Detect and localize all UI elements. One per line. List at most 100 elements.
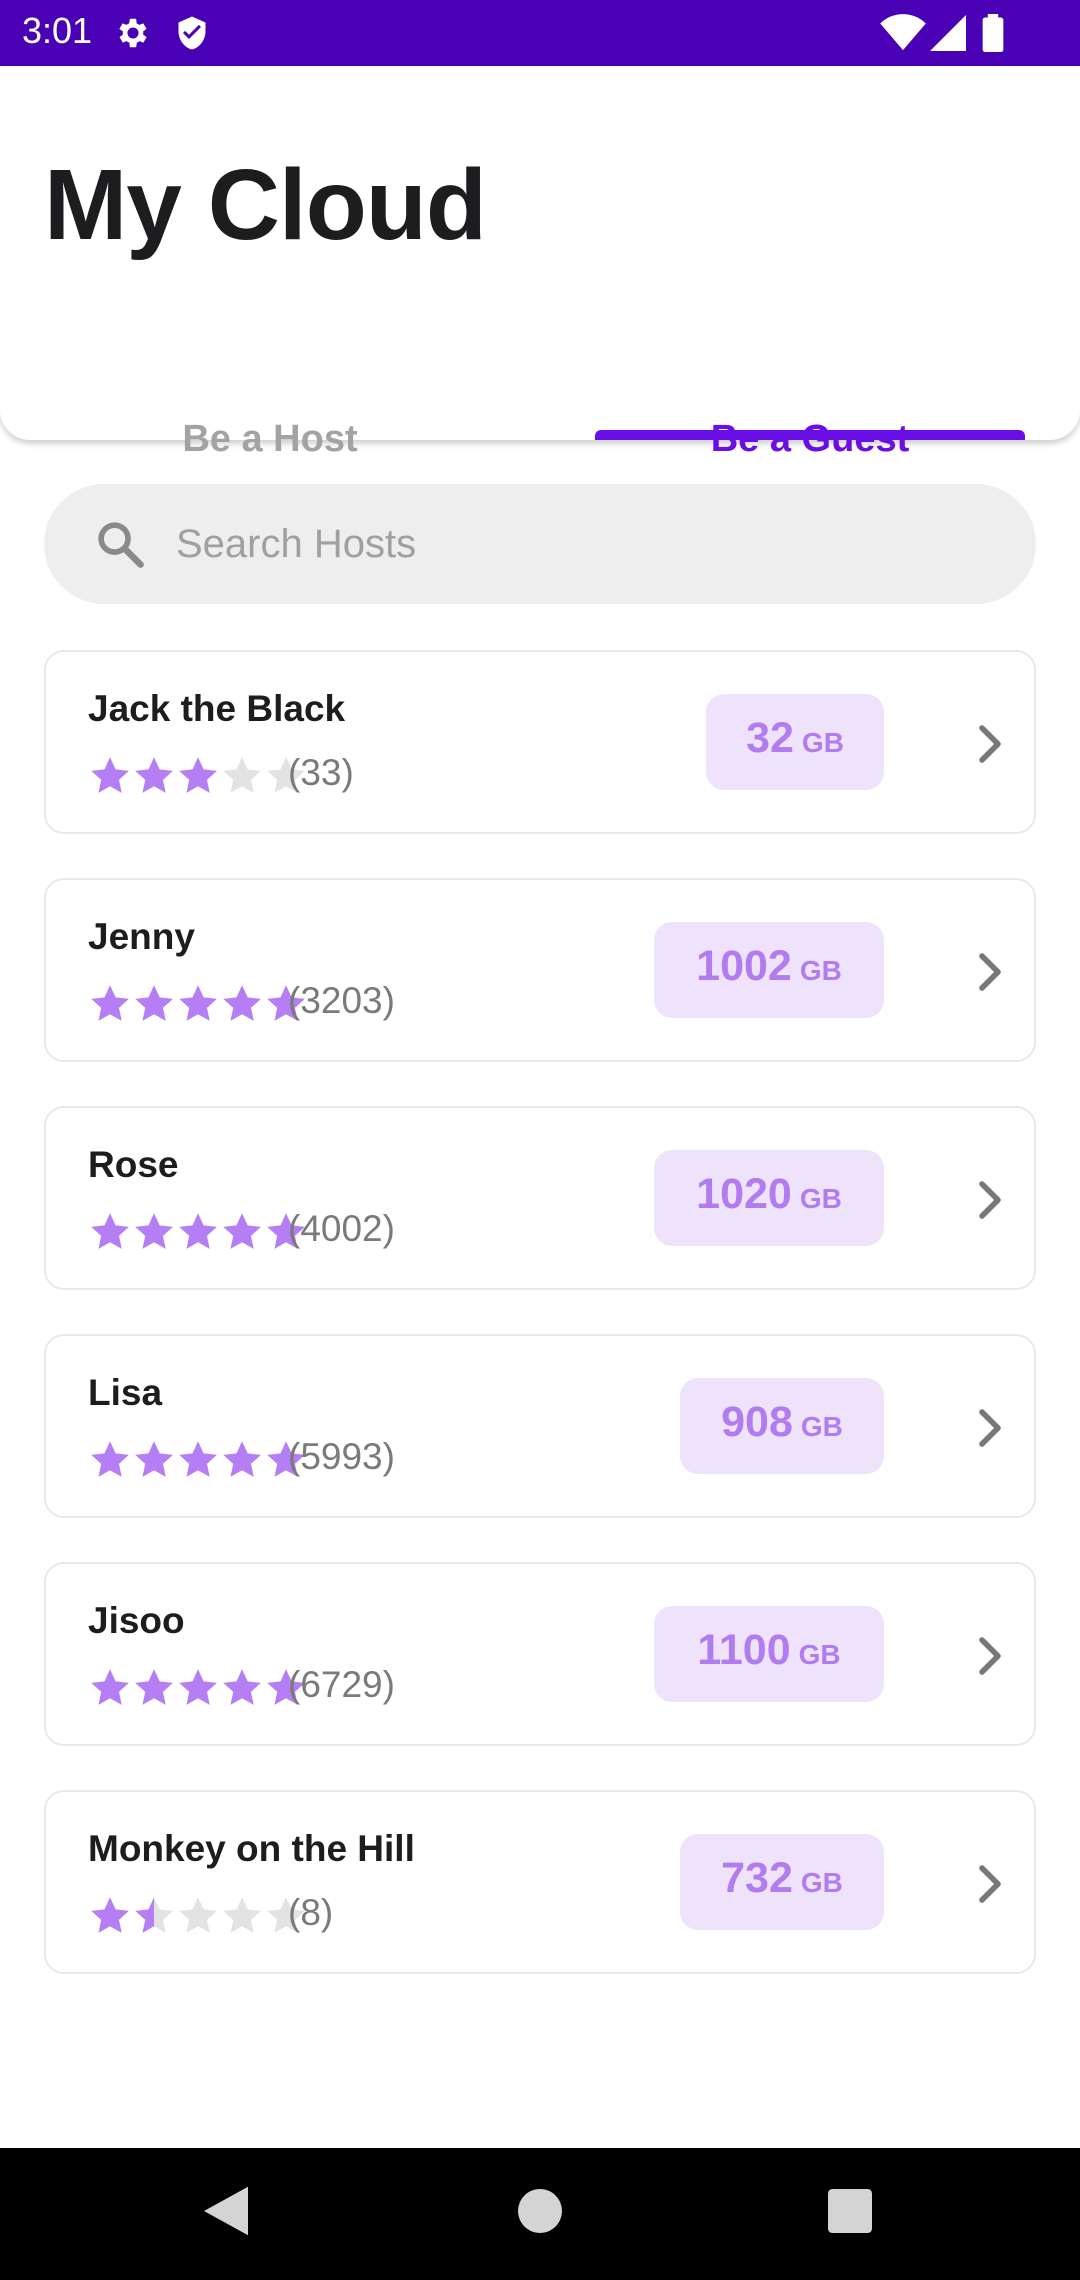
header: My Cloud Be a Host Be a Guest: [0, 66, 1080, 460]
review-count: (33): [288, 752, 354, 793]
back-icon[interactable]: [204, 2186, 248, 2236]
storage-badge: 1100 GB: [654, 1606, 884, 1702]
star-icon: [223, 1213, 261, 1249]
review-count: (6729): [288, 1664, 395, 1705]
star-icon: [223, 757, 261, 793]
star-icon: [179, 757, 217, 793]
host-card[interactable]: Jack the Black (33) 32 GB: [44, 650, 1036, 834]
star-icon: [179, 1441, 217, 1477]
host-card[interactable]: Monkey on the Hill (8) 732 GB: [44, 1790, 1036, 1974]
chevron-right-icon[interactable]: [970, 950, 1010, 994]
storage-badge: 1020 GB: [654, 1150, 884, 1246]
star-icon: [91, 985, 129, 1021]
storage-unit: GB: [799, 955, 842, 986]
gear-icon: [119, 18, 147, 48]
signal-icon: [930, 15, 966, 51]
battery-icon: [982, 14, 1004, 52]
host-card[interactable]: Jisoo (6729) 1100 GB: [44, 1562, 1036, 1746]
search-input[interactable]: [176, 508, 976, 580]
host-name: Jack the Black: [88, 688, 346, 729]
star-icon: [91, 1897, 129, 1933]
star-icon: [179, 1213, 217, 1249]
review-count: (4002): [288, 1208, 395, 1249]
wifi-icon: [880, 14, 926, 51]
star-icon: [135, 1897, 173, 1933]
star-icon: [223, 985, 261, 1021]
star-icon: [223, 1669, 261, 1705]
star-icon: [179, 1897, 217, 1933]
star-icon: [91, 1669, 129, 1705]
host-name: Jenny: [88, 916, 195, 957]
storage-unit: GB: [801, 727, 844, 758]
storage-badge: 32 GB: [706, 694, 884, 790]
storage-value-wrap: 32 GB: [706, 714, 884, 763]
review-count: (8): [288, 1892, 334, 1933]
star-rating: [88, 1438, 308, 1482]
star-rating: [88, 1894, 308, 1938]
storage-amount: 908: [721, 1398, 793, 1446]
storage-badge: 1002 GB: [654, 922, 884, 1018]
chevron-right-icon[interactable]: [970, 722, 1010, 766]
star-icon: [135, 1441, 173, 1477]
shield-icon: [178, 16, 206, 50]
storage-badge: 732 GB: [680, 1834, 884, 1930]
status-time: 3:01: [22, 10, 93, 51]
star-icon: [135, 1213, 173, 1249]
storage-value-wrap: 908 GB: [680, 1398, 884, 1447]
host-name: Jisoo: [88, 1600, 185, 1641]
recents-icon[interactable]: [828, 2186, 872, 2236]
storage-unit: GB: [800, 1411, 843, 1442]
chevron-right-icon[interactable]: [970, 1178, 1010, 1222]
storage-amount: 732: [721, 1854, 793, 1902]
chevron-right-icon[interactable]: [970, 1862, 1010, 1906]
chevron-right-icon[interactable]: [970, 1634, 1010, 1678]
navigation-bar: [0, 2148, 1080, 2280]
tab-indicator: [595, 430, 1025, 440]
home-icon[interactable]: [518, 2186, 562, 2236]
host-name: Monkey on the Hill: [88, 1828, 415, 1869]
star-rating: [88, 982, 308, 1026]
storage-value-wrap: 1020 GB: [654, 1170, 884, 1219]
search-icon: [98, 522, 144, 568]
storage-amount: 1002: [696, 942, 792, 990]
tab-be-a-host[interactable]: Be a Host: [0, 336, 540, 460]
star-icon: [91, 757, 129, 793]
star-icon: [91, 1213, 129, 1249]
review-count: (5993): [288, 1436, 395, 1477]
storage-unit: GB: [799, 1183, 842, 1214]
star-icon: [223, 1897, 261, 1933]
host-card[interactable]: Lisa (5993) 908 GB: [44, 1334, 1036, 1518]
storage-badge: 908 GB: [680, 1378, 884, 1474]
star-rating: [88, 1210, 308, 1254]
star-icon: [135, 1669, 173, 1705]
star-rating: [88, 754, 308, 798]
storage-value-wrap: 732 GB: [680, 1854, 884, 1903]
search-bar[interactable]: [44, 484, 1036, 604]
star-icon: [223, 1441, 261, 1477]
star-icon: [91, 1441, 129, 1477]
chevron-right-icon[interactable]: [970, 1406, 1010, 1450]
tab-label: Be a Guest: [540, 336, 1080, 461]
status-bar: 3:01: [0, 0, 1080, 66]
host-card[interactable]: Rose (4002) 1020 GB: [44, 1106, 1036, 1290]
storage-unit: GB: [800, 1867, 843, 1898]
star-icon: [135, 757, 173, 793]
star-rating: [88, 1666, 308, 1710]
storage-amount: 1020: [696, 1170, 792, 1218]
screen: 3:01 My Cloud Be a Host Be a Guest: [0, 0, 1080, 2280]
storage-value-wrap: 1100 GB: [654, 1626, 884, 1675]
host-card[interactable]: Jenny (3203) 1002 GB: [44, 878, 1036, 1062]
tab-be-a-guest[interactable]: Be a Guest: [540, 336, 1080, 460]
review-count: (3203): [288, 980, 395, 1021]
tab-label: Be a Host: [182, 418, 358, 460]
host-name: Rose: [88, 1144, 179, 1185]
storage-amount: 1100: [697, 1626, 791, 1674]
host-name: Lisa: [88, 1372, 163, 1413]
star-icon: [179, 1669, 217, 1705]
page-title: My Cloud: [44, 149, 487, 261]
star-icon: [179, 985, 217, 1021]
storage-amount: 32: [746, 714, 794, 762]
storage-value-wrap: 1002 GB: [654, 942, 884, 991]
storage-unit: GB: [798, 1639, 841, 1670]
star-icon: [135, 985, 173, 1021]
